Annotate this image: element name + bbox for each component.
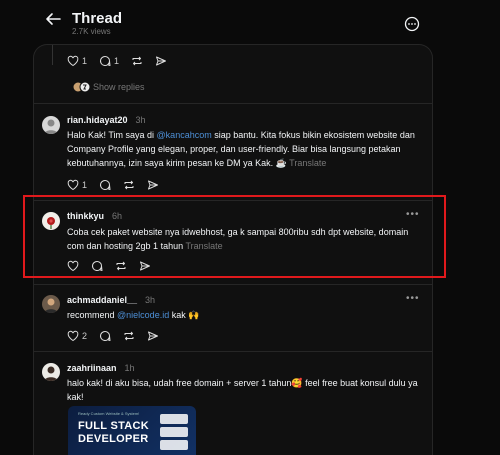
comment-text: Halo Kak! Tim saya di @kancahcom siap ba… bbox=[67, 128, 427, 170]
divider bbox=[34, 103, 432, 104]
comment-icon bbox=[100, 180, 111, 190]
share-button[interactable] bbox=[147, 179, 159, 191]
timestamp: 3h bbox=[135, 115, 146, 125]
username[interactable]: achmaddaniel__ 3h bbox=[67, 295, 155, 305]
comment-text-part: recommend bbox=[67, 310, 118, 320]
promo-heading-line: DEVELOPER bbox=[78, 433, 149, 445]
username-text[interactable]: rian.hidayat20 bbox=[67, 115, 128, 125]
page-title: Thread bbox=[72, 10, 123, 27]
mention-link[interactable]: @kancahcom bbox=[157, 130, 212, 140]
like-button[interactable]: 1 bbox=[67, 179, 87, 191]
divider bbox=[34, 284, 432, 285]
highlight-box bbox=[23, 195, 446, 278]
promo-heading-line: FULL STACK bbox=[78, 420, 150, 432]
view-count: 2.7K views bbox=[72, 27, 111, 36]
comment-text: halo kak! di aku bisa, udah free domain … bbox=[67, 378, 418, 402]
username[interactable]: zaahriinaan 1h bbox=[67, 363, 135, 373]
avatar[interactable] bbox=[42, 116, 60, 134]
like-button[interactable]: 2 bbox=[67, 330, 87, 342]
comment-icon bbox=[100, 56, 111, 66]
send-icon bbox=[156, 56, 167, 66]
repost-button[interactable] bbox=[123, 179, 135, 191]
repost-button[interactable] bbox=[131, 55, 143, 67]
avatar[interactable] bbox=[42, 295, 60, 313]
like-button[interactable]: 1 bbox=[67, 55, 87, 67]
comment-actions: 1 bbox=[67, 178, 171, 192]
reply-avatars bbox=[72, 81, 91, 93]
user-photo-icon bbox=[44, 366, 58, 381]
promo-cards bbox=[160, 414, 188, 455]
mention-link[interactable]: @nielcode.id bbox=[117, 310, 169, 320]
translate-link[interactable]: Translate bbox=[289, 158, 326, 168]
header: Thread 2.7K views bbox=[0, 0, 500, 44]
thread-line bbox=[52, 45, 53, 65]
username[interactable]: rian.hidayat20 3h bbox=[67, 115, 146, 125]
more-options-icon[interactable] bbox=[404, 16, 420, 32]
username-text[interactable]: zaahriinaan bbox=[67, 363, 117, 373]
timestamp: 1h bbox=[124, 363, 135, 373]
heart-icon bbox=[67, 179, 79, 191]
heart-icon bbox=[67, 330, 79, 342]
comment-text-part: kak 🙌 bbox=[169, 310, 200, 320]
user-silhouette-icon bbox=[44, 119, 58, 134]
reply-count: 1 bbox=[114, 56, 120, 66]
send-icon bbox=[148, 180, 159, 190]
comment-text: recommend @nielcode.id kak 🙌 bbox=[67, 308, 427, 322]
like-count: 1 bbox=[82, 180, 88, 190]
repost-icon bbox=[132, 56, 142, 66]
promo-image[interactable]: Ready Custom Website & System! FULL STAC… bbox=[68, 406, 196, 455]
repost-button[interactable] bbox=[123, 330, 135, 342]
comment-text-part: Halo Kak! Tim saya di bbox=[67, 130, 157, 140]
heart-icon bbox=[67, 55, 79, 67]
share-button[interactable] bbox=[147, 330, 159, 342]
comment-icon bbox=[100, 331, 111, 341]
comment-actions: 2 bbox=[67, 329, 171, 343]
more-options-icon[interactable]: ••• bbox=[406, 293, 420, 304]
promo-tagline: Ready Custom Website & System! bbox=[78, 411, 140, 416]
back-arrow-icon[interactable] bbox=[44, 10, 62, 28]
repost-icon bbox=[124, 331, 134, 341]
like-count: 2 bbox=[82, 331, 88, 341]
reply-button[interactable]: 1 bbox=[99, 55, 119, 67]
avatar[interactable] bbox=[42, 363, 60, 381]
reply-button[interactable] bbox=[99, 330, 111, 342]
show-replies-link[interactable]: Show replies bbox=[93, 82, 145, 92]
user-photo-icon bbox=[44, 298, 58, 313]
timestamp: 3h bbox=[145, 295, 156, 305]
share-button[interactable] bbox=[155, 55, 167, 67]
send-icon bbox=[148, 331, 159, 341]
reply-button[interactable] bbox=[99, 179, 111, 191]
like-count: 1 bbox=[82, 56, 88, 66]
divider bbox=[34, 351, 432, 352]
username-text[interactable]: achmaddaniel__ bbox=[67, 295, 137, 305]
repost-icon bbox=[124, 180, 134, 190]
top-post-actions: 1 1 bbox=[67, 54, 179, 68]
